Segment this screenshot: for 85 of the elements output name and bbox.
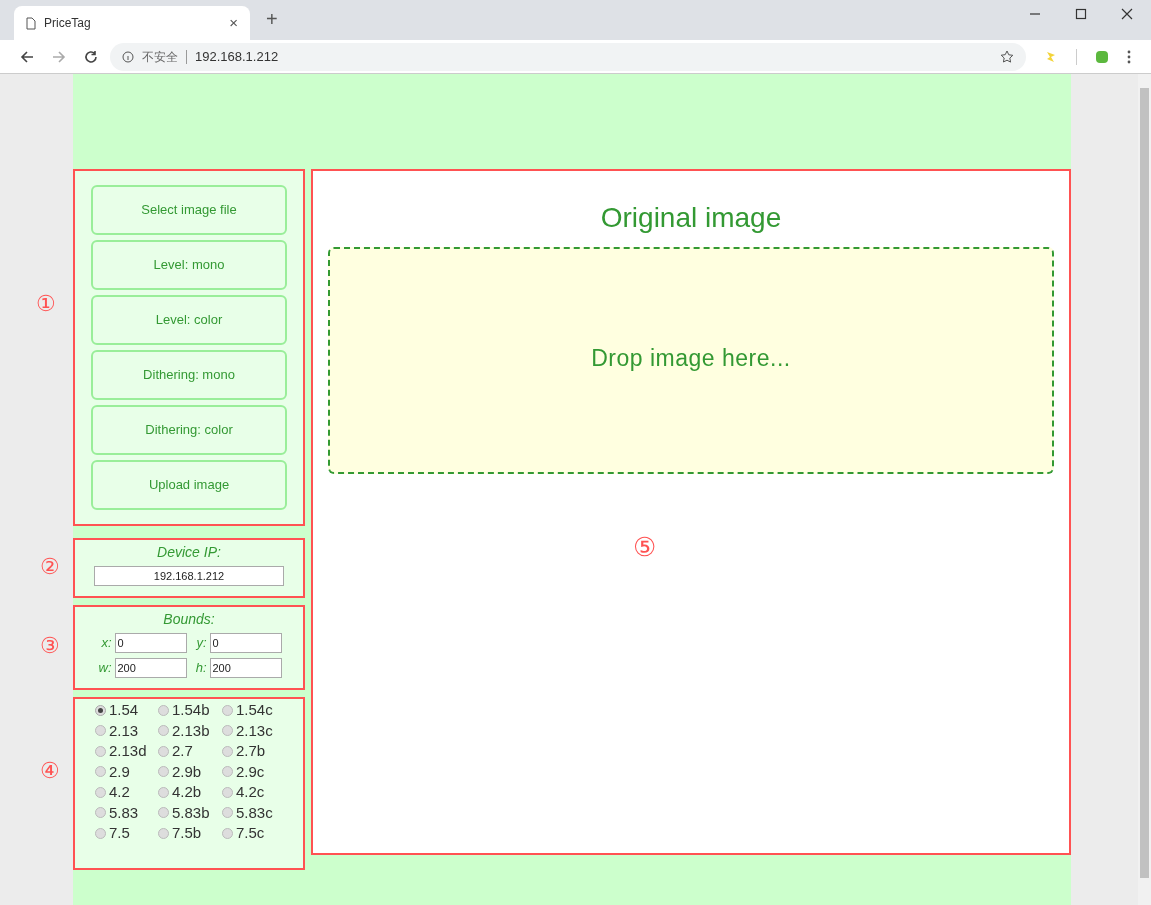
- radio-option[interactable]: 1.54c: [222, 700, 292, 721]
- radio-option[interactable]: 4.2: [95, 782, 158, 803]
- radio-button[interactable]: [95, 745, 106, 757]
- radio-button[interactable]: [158, 704, 169, 716]
- radio-button[interactable]: [95, 725, 106, 737]
- drop-hint: Drop image here...: [591, 343, 791, 373]
- url-text: 192.168.1.212: [195, 47, 279, 66]
- extension-icon[interactable]: [1095, 49, 1109, 64]
- callout-number: ①: [36, 290, 56, 318]
- action-button[interactable]: Select image file: [91, 185, 287, 235]
- action-button[interactable]: Level: color: [91, 295, 287, 345]
- radio-button[interactable]: [222, 725, 233, 737]
- star-icon[interactable]: [1000, 49, 1014, 64]
- new-tab-button[interactable]: +: [266, 4, 278, 34]
- radio-option[interactable]: 2.7b: [222, 741, 292, 762]
- radio-button[interactable]: [222, 807, 233, 819]
- radio-option[interactable]: 2.9c: [222, 761, 292, 782]
- bounds-field[interactable]: 0: [209, 633, 282, 653]
- scrollbar-thumb[interactable]: [1140, 88, 1149, 878]
- radio-option[interactable]: 2.9: [95, 761, 158, 782]
- field-label: x:: [100, 634, 112, 653]
- radio-option[interactable]: 2.13d: [95, 741, 158, 762]
- radio-option[interactable]: 5.83c: [222, 802, 292, 823]
- action-button[interactable]: Upload image: [91, 460, 287, 510]
- radio-button[interactable]: [222, 704, 233, 716]
- radio-option[interactable]: 2.13: [95, 720, 158, 741]
- bounds-label: Bounds:: [163, 610, 215, 629]
- radio-button[interactable]: [95, 766, 106, 778]
- callout-number: ④: [40, 757, 60, 785]
- radio-option[interactable]: 7.5b: [158, 823, 222, 844]
- browser-tab[interactable]: PriceTag ×: [14, 6, 250, 40]
- tab-title: PriceTag: [44, 15, 92, 32]
- radio-button[interactable]: [222, 766, 233, 778]
- action-button[interactable]: Dithering: color: [91, 405, 287, 455]
- radio-button[interactable]: [95, 704, 106, 716]
- radio-button[interactable]: [158, 807, 169, 819]
- callout-number: ⑤: [633, 531, 656, 564]
- bounds-field[interactable]: 0: [114, 633, 187, 653]
- radio-button[interactable]: [95, 786, 106, 798]
- radio-option[interactable]: 2.13b: [158, 720, 222, 741]
- radio-option[interactable]: 5.83: [95, 802, 158, 823]
- radio-button[interactable]: [222, 786, 233, 798]
- security-label: 不安全: [142, 48, 178, 66]
- radio-button[interactable]: [158, 745, 169, 757]
- back-icon[interactable]: [20, 49, 34, 64]
- radio-button[interactable]: [222, 827, 233, 839]
- bounds-field[interactable]: 200: [209, 658, 282, 678]
- action-button[interactable]: Dithering: mono: [91, 350, 287, 400]
- address-bar[interactable]: 不安全 192.168.1.212: [110, 42, 1026, 71]
- device-ip-field[interactable]: 192.168.1.212: [94, 566, 284, 586]
- radio-button[interactable]: [95, 827, 106, 839]
- field-label: y:: [195, 634, 207, 653]
- radio-option[interactable]: 4.2c: [222, 782, 292, 803]
- close-icon[interactable]: [1121, 8, 1133, 20]
- radio-button[interactable]: [222, 745, 233, 757]
- radio-option[interactable]: 7.5: [95, 823, 158, 844]
- radio-option[interactable]: 1.54: [95, 700, 158, 721]
- radio-option[interactable]: 1.54b: [158, 700, 222, 721]
- drop-zone[interactable]: Drop image here...: [328, 247, 1054, 474]
- radio-button[interactable]: [95, 807, 106, 819]
- more-icon[interactable]: [1127, 49, 1131, 64]
- reload-icon[interactable]: [84, 49, 98, 64]
- panel-title: Original image: [600, 201, 782, 235]
- radio-option[interactable]: 7.5c: [222, 823, 292, 844]
- action-button[interactable]: Level: mono: [91, 240, 287, 290]
- radio-button[interactable]: [158, 786, 169, 798]
- radio-button[interactable]: [158, 725, 169, 737]
- radio-option[interactable]: 2.7: [158, 741, 222, 762]
- info-icon: [122, 50, 134, 63]
- radio-option[interactable]: 5.83b: [158, 802, 222, 823]
- callout-number: ③: [40, 632, 60, 660]
- bounds-field[interactable]: 200: [114, 658, 187, 678]
- field-label: w:: [97, 659, 112, 678]
- callout-number: ②: [40, 553, 60, 581]
- radio-option[interactable]: 2.9b: [158, 761, 222, 782]
- radio-button[interactable]: [158, 827, 169, 839]
- maximize-icon[interactable]: [1075, 8, 1087, 20]
- page-icon: [26, 16, 36, 30]
- radio-option[interactable]: 2.13c: [222, 720, 292, 741]
- device-ip-label: Device IP:: [157, 543, 221, 562]
- close-tab-button[interactable]: ×: [229, 11, 238, 35]
- field-label: h:: [194, 659, 207, 678]
- radio-button[interactable]: [158, 766, 169, 778]
- forward-icon[interactable]: [52, 49, 66, 64]
- radio-option[interactable]: 4.2b: [158, 782, 222, 803]
